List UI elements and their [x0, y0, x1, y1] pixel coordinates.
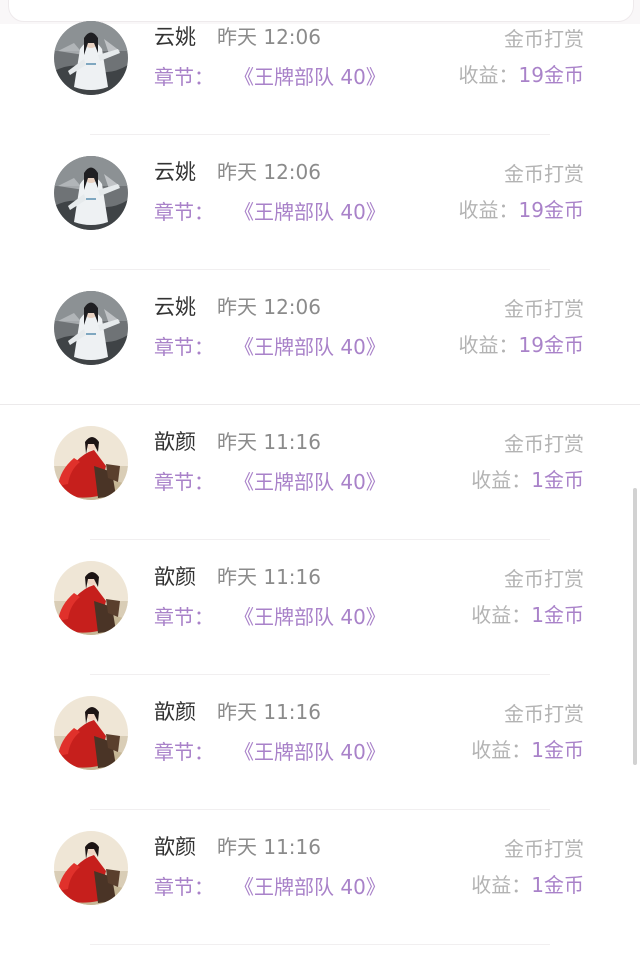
chapter-info: 章节： 《王牌部队 40》 — [154, 468, 386, 496]
reward-type: 金币打赏 — [504, 432, 584, 456]
reward-time: 昨天 11:16 — [217, 700, 321, 724]
reward-time: 昨天 12:06 — [217, 160, 321, 184]
earnings: 收益：1金币 — [471, 466, 584, 494]
chapter-title: 《王牌部队 40》 — [234, 65, 386, 89]
earnings: 收益：1金币 — [471, 736, 584, 764]
list-item[interactable]: 歆颜 昨天 11:16 章节： 《王牌部队 40》 金币打赏 收益：1金币 — [0, 405, 640, 540]
chapter-label: 章节： — [154, 875, 214, 899]
list-item[interactable]: 云姚 昨天 12:06 章节： 《王牌部队 40》 金币打赏 收益：19金币 — [0, 135, 640, 270]
earnings-value: 1金币 — [531, 468, 584, 492]
chapter-title: 《王牌部队 40》 — [234, 740, 386, 764]
earnings-label: 收益： — [471, 468, 532, 492]
chapter-info: 章节： 《王牌部队 40》 — [154, 333, 386, 361]
avatar[interactable] — [54, 561, 128, 635]
earnings-label: 收益： — [471, 603, 532, 627]
reward-type: 金币打赏 — [504, 837, 584, 861]
chapter-label: 章节： — [154, 470, 214, 494]
user-name: 歆颜 — [154, 565, 196, 589]
list-item[interactable]: 歆颜 昨天 11:16 章节： 《王牌部队 40》 金币打赏 收益：1金币 — [0, 675, 640, 810]
chapter-label: 章节： — [154, 65, 214, 89]
list-item[interactable]: 云姚 昨天 12:06 章节： 《王牌部队 40》 金币打赏 收益：19金币 — [0, 270, 640, 405]
user-name: 云姚 — [154, 295, 196, 319]
user-name: 云姚 — [154, 25, 196, 49]
avatar[interactable] — [54, 156, 128, 230]
user-name: 歆颜 — [154, 835, 196, 859]
reward-time: 昨天 11:16 — [217, 430, 321, 454]
earnings-label: 收益： — [471, 873, 532, 897]
reward-time: 昨天 12:06 — [217, 295, 321, 319]
scrollbar[interactable] — [633, 488, 637, 765]
earnings: 收益：1金币 — [471, 871, 584, 899]
earnings-value: 1金币 — [531, 738, 584, 762]
chapter-info: 章节： 《王牌部队 40》 — [154, 738, 386, 766]
chapter-info: 章节： 《王牌部队 40》 — [154, 63, 386, 91]
earnings-value: 19金币 — [518, 333, 584, 357]
earnings-value: 1金币 — [531, 603, 584, 627]
user-name: 歆颜 — [154, 700, 196, 724]
chapter-title: 《王牌部队 40》 — [234, 200, 386, 224]
avatar[interactable] — [54, 696, 128, 770]
earnings-label: 收益： — [458, 63, 519, 87]
earnings-label: 收益： — [458, 198, 519, 222]
earnings-label: 收益： — [458, 333, 519, 357]
earnings-value: 19金币 — [518, 63, 584, 87]
reward-type: 金币打赏 — [504, 702, 584, 726]
reward-list: 云姚 昨天 12:06 章节： 《王牌部队 40》 金币打赏 收益：19金币 云姚… — [0, 24, 640, 945]
reward-type: 金币打赏 — [504, 162, 584, 186]
reward-time: 昨天 12:06 — [217, 25, 321, 49]
earnings-value: 1金币 — [531, 873, 584, 897]
chapter-title: 《王牌部队 40》 — [234, 605, 386, 629]
earnings-value: 19金币 — [518, 198, 584, 222]
chapter-title: 《王牌部队 40》 — [234, 875, 386, 899]
earnings: 收益：1金币 — [471, 601, 584, 629]
reward-type: 金币打赏 — [504, 567, 584, 591]
user-name: 歆颜 — [154, 430, 196, 454]
chapter-title: 《王牌部队 40》 — [234, 335, 386, 359]
reward-type: 金币打赏 — [504, 27, 584, 51]
avatar[interactable] — [54, 831, 128, 905]
chapter-label: 章节： — [154, 740, 214, 764]
earnings-label: 收益： — [471, 738, 532, 762]
chapter-info: 章节： 《王牌部队 40》 — [154, 603, 386, 631]
user-name: 云姚 — [154, 160, 196, 184]
avatar[interactable] — [54, 21, 128, 95]
earnings: 收益：19金币 — [459, 331, 584, 359]
earnings: 收益：19金币 — [459, 61, 584, 89]
chapter-info: 章节： 《王牌部队 40》 — [154, 873, 386, 901]
list-item[interactable]: 歆颜 昨天 11:16 章节： 《王牌部队 40》 金币打赏 收益：1金币 — [0, 540, 640, 675]
chapter-info: 章节： 《王牌部队 40》 — [154, 198, 386, 226]
reward-time: 昨天 11:16 — [217, 565, 321, 589]
divider — [90, 944, 550, 945]
reward-type: 金币打赏 — [504, 297, 584, 321]
avatar[interactable] — [54, 426, 128, 500]
chapter-label: 章节： — [154, 605, 214, 629]
chapter-label: 章节： — [154, 200, 214, 224]
reward-time: 昨天 11:16 — [217, 835, 321, 859]
list-item[interactable]: 云姚 昨天 12:06 章节： 《王牌部队 40》 金币打赏 收益：19金币 — [0, 24, 640, 135]
earnings: 收益：19金币 — [459, 196, 584, 224]
chapter-title: 《王牌部队 40》 — [234, 470, 386, 494]
chapter-label: 章节： — [154, 335, 214, 359]
list-item[interactable]: 歆颜 昨天 11:16 章节： 《王牌部队 40》 金币打赏 收益：1金币 — [0, 810, 640, 945]
avatar[interactable] — [54, 291, 128, 365]
